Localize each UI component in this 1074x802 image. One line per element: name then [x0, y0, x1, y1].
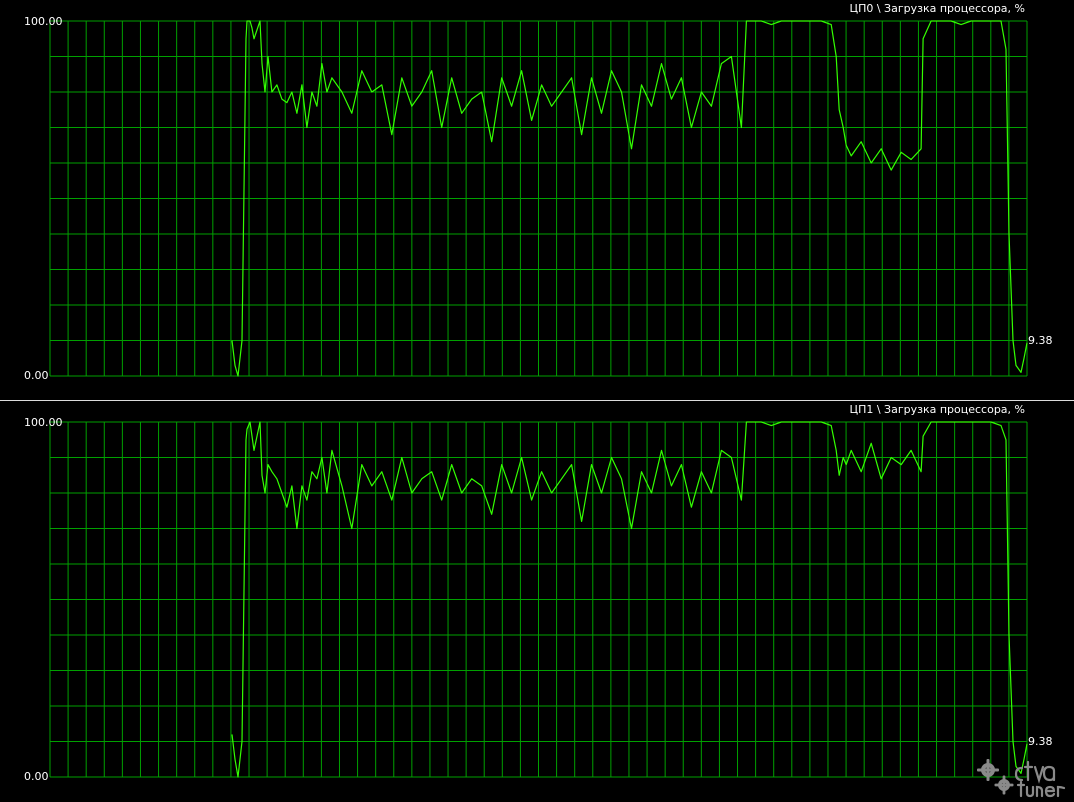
watermark-text	[1014, 760, 1066, 798]
cpu0-y-tick-max: 100.00	[24, 15, 63, 28]
cpu0-y-tick-min: 0.00	[24, 369, 49, 382]
cpu0-chart-panel: ЦП0 \ Загрузка процессора, % 100.00 0.00…	[0, 0, 1074, 400]
cpu1-chart-panel: ЦП1 \ Загрузка процессора, % 100.00 0.00…	[0, 401, 1074, 801]
cpu0-plot-area	[49, 20, 1028, 377]
watermark-logo	[977, 759, 1066, 798]
cpu0-chart-title: ЦП0 \ Загрузка процессора, %	[849, 2, 1025, 15]
gear-icon	[977, 759, 1014, 795]
grid	[49, 20, 1028, 377]
cpu1-y-tick-max: 100.00	[24, 416, 63, 429]
cpu1-chart-title: ЦП1 \ Загрузка процессора, %	[849, 403, 1025, 416]
cpu1-y-tick-min: 0.00	[24, 770, 49, 783]
cpu1-current-value-label: 9.38	[1028, 735, 1053, 748]
cpu0-current-value-label: 9.38	[1028, 334, 1053, 347]
cpu1-plot-area	[49, 421, 1028, 778]
chart-canvas: ЦП0 \ Загрузка процессора, % 100.00 0.00…	[0, 0, 1074, 802]
